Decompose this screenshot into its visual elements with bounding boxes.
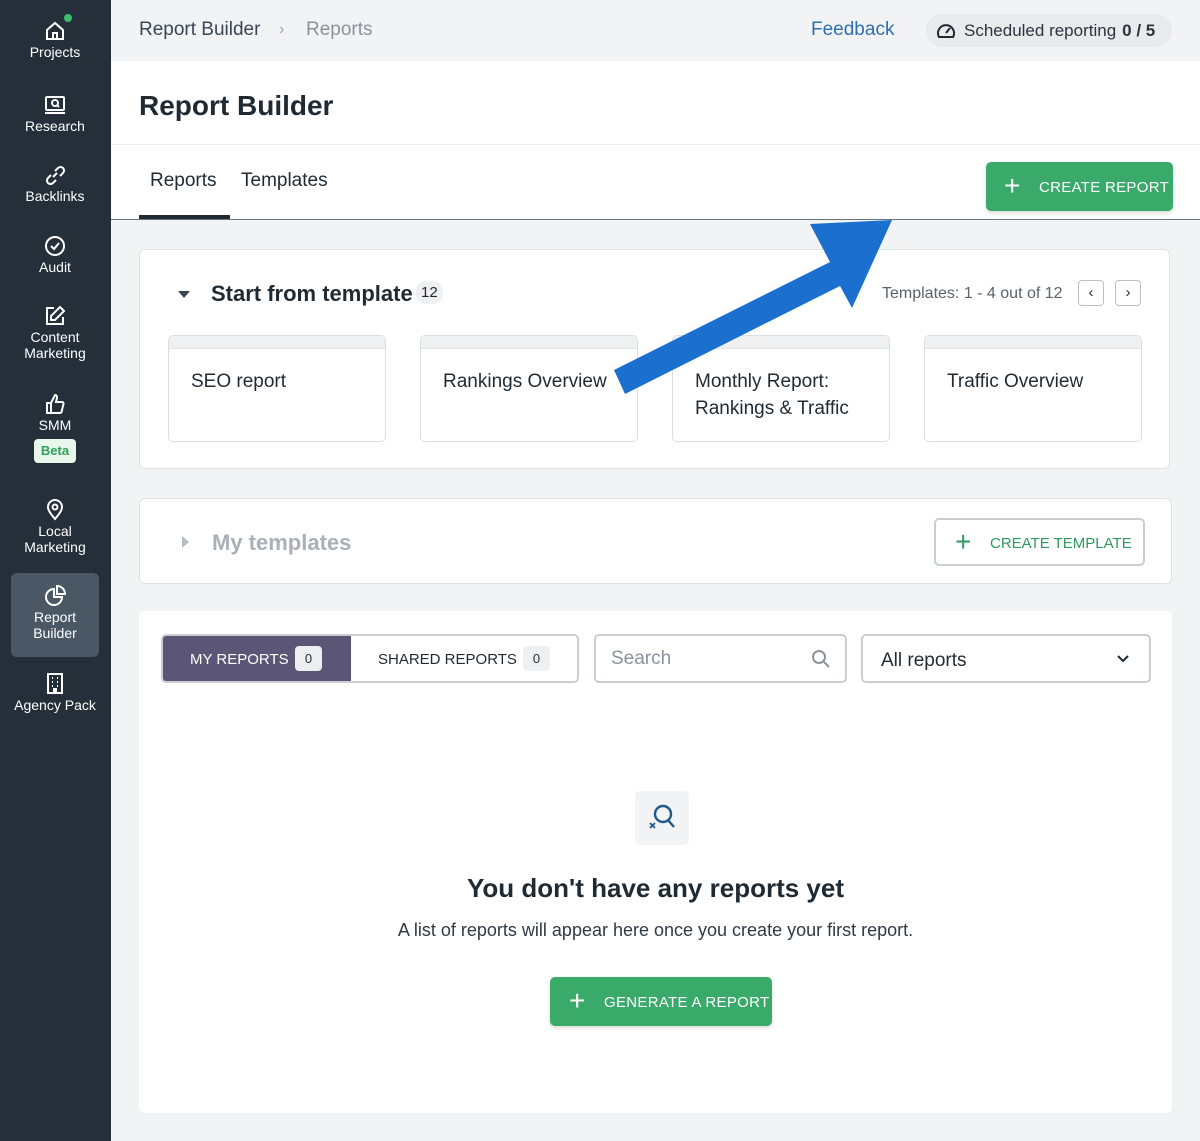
sidebar-item-audit[interactable]: Audit: [11, 233, 99, 281]
edit-icon: [42, 303, 68, 329]
beta-badge: Beta: [33, 439, 77, 463]
link-icon: [42, 162, 68, 188]
sidebar-item-label: Research: [25, 118, 85, 134]
research-icon: [42, 92, 68, 118]
top-bar: Report Builder › Reports Feedback Schedu…: [111, 0, 1200, 61]
annotation-arrow-icon: [614, 220, 892, 394]
create-template-button[interactable]: + CREATE TEMPLATE: [934, 518, 1145, 566]
pager-next-button[interactable]: ›: [1115, 280, 1141, 306]
create-report-label: CREATE REPORT: [1039, 179, 1170, 196]
sidebar-item-content-marketing[interactable]: Content Marketing: [11, 303, 99, 369]
location-pin-icon: [42, 497, 68, 523]
feedback-link[interactable]: Feedback: [811, 19, 894, 41]
template-card-title: SEO report: [191, 371, 287, 392]
sidebar-item-projects[interactable]: Projects: [11, 14, 99, 70]
sidebar-item-local-marketing[interactable]: Local Marketing: [11, 497, 99, 563]
create-template-label: CREATE TEMPLATE: [990, 535, 1132, 552]
sidebar-item-label: Local Marketing: [24, 523, 86, 555]
sidebar-item-label: Backlinks: [25, 188, 85, 204]
generate-report-button[interactable]: + GENERATE A REPORT: [550, 977, 772, 1026]
home-icon: [42, 14, 72, 44]
my-templates-title[interactable]: My templates: [212, 530, 351, 556]
pager-prev-button[interactable]: ‹: [1078, 280, 1104, 306]
speedometer-icon: [937, 24, 955, 38]
shared-reports-count: 0: [523, 646, 550, 671]
search-input[interactable]: [611, 646, 801, 672]
sidebar-item-label: Projects: [29, 44, 81, 60]
tab-templates[interactable]: Templates: [241, 170, 328, 192]
chevron-down-icon: [1117, 655, 1129, 663]
plus-icon: +: [569, 985, 586, 1016]
active-tab-indicator: [139, 215, 230, 219]
sidebar-item-label: Content Marketing: [24, 329, 86, 361]
plus-icon: +: [955, 526, 972, 557]
tab-my-reports[interactable]: MY REPORTS 0: [163, 636, 351, 681]
reports-filter-value: All reports: [881, 650, 967, 671]
building-icon: [42, 671, 68, 697]
reports-segmented-control: MY REPORTS 0 SHARED REPORTS 0: [161, 634, 579, 683]
my-reports-count: 0: [295, 646, 322, 671]
scheduled-reporting-count: 0 / 5: [1122, 21, 1156, 40]
scheduled-reporting-pill[interactable]: Scheduled reporting 0 / 5: [926, 14, 1172, 47]
notification-dot: [64, 14, 72, 22]
page-title: Report Builder: [139, 90, 334, 121]
template-count-badge: 12: [416, 281, 443, 304]
sidebar-item-label: SMM: [38, 417, 72, 433]
my-reports-label: MY REPORTS: [190, 651, 289, 668]
sidebar: Projects Research Backlinks Audit Conten…: [0, 0, 111, 1141]
sidebar-item-smm[interactable]: SMM Beta: [11, 391, 99, 475]
breadcrumb-report-builder[interactable]: Report Builder: [139, 19, 260, 41]
page-header: Report Builder Reports Templates + CREAT…: [111, 61, 1200, 220]
breadcrumb-reports: Reports: [306, 19, 373, 40]
generate-report-label: GENERATE A REPORT: [604, 994, 770, 1011]
reports-filter-select[interactable]: All reports: [861, 634, 1151, 683]
create-report-button[interactable]: + CREATE REPORT: [986, 162, 1173, 211]
search-icon[interactable]: [811, 649, 831, 669]
template-card-seo-report[interactable]: SEO report: [168, 335, 386, 442]
empty-state-subtitle: A list of reports will appear here once …: [397, 920, 914, 940]
scheduled-reporting-label: Scheduled reporting: [964, 21, 1117, 40]
sidebar-item-label: Audit: [39, 259, 71, 275]
sidebar-item-report-builder[interactable]: Report Builder: [11, 573, 99, 657]
start-from-template-title[interactable]: Start from template: [211, 281, 413, 307]
reports-panel: MY REPORTS 0 SHARED REPORTS 0 All report…: [139, 611, 1172, 1113]
sidebar-item-backlinks[interactable]: Backlinks: [11, 162, 99, 210]
tab-shared-reports[interactable]: SHARED REPORTS 0: [351, 636, 577, 681]
expand-caret-icon[interactable]: [182, 536, 189, 548]
collapse-caret-icon[interactable]: [178, 291, 190, 298]
check-circle-icon: [42, 233, 68, 259]
sidebar-item-label: Agency Pack: [14, 697, 96, 713]
sidebar-item-research[interactable]: Research: [11, 92, 99, 140]
shared-reports-label: SHARED REPORTS: [378, 651, 517, 668]
empty-state-title: You don't have any reports yet: [467, 873, 844, 903]
breadcrumb-separator-icon: ›: [279, 21, 285, 38]
sidebar-item-label: Report Builder: [33, 609, 77, 641]
tab-reports[interactable]: Reports: [150, 170, 217, 192]
thumbs-up-icon: [42, 391, 68, 417]
sidebar-item-agency-pack[interactable]: Agency Pack: [11, 671, 99, 737]
empty-search-icon: [635, 791, 689, 845]
header-divider: [111, 144, 1200, 145]
search-box: [594, 634, 847, 683]
pie-chart-icon: [42, 583, 68, 609]
my-templates-panel: My templates + CREATE TEMPLATE: [139, 498, 1172, 584]
plus-icon: +: [1004, 170, 1021, 201]
